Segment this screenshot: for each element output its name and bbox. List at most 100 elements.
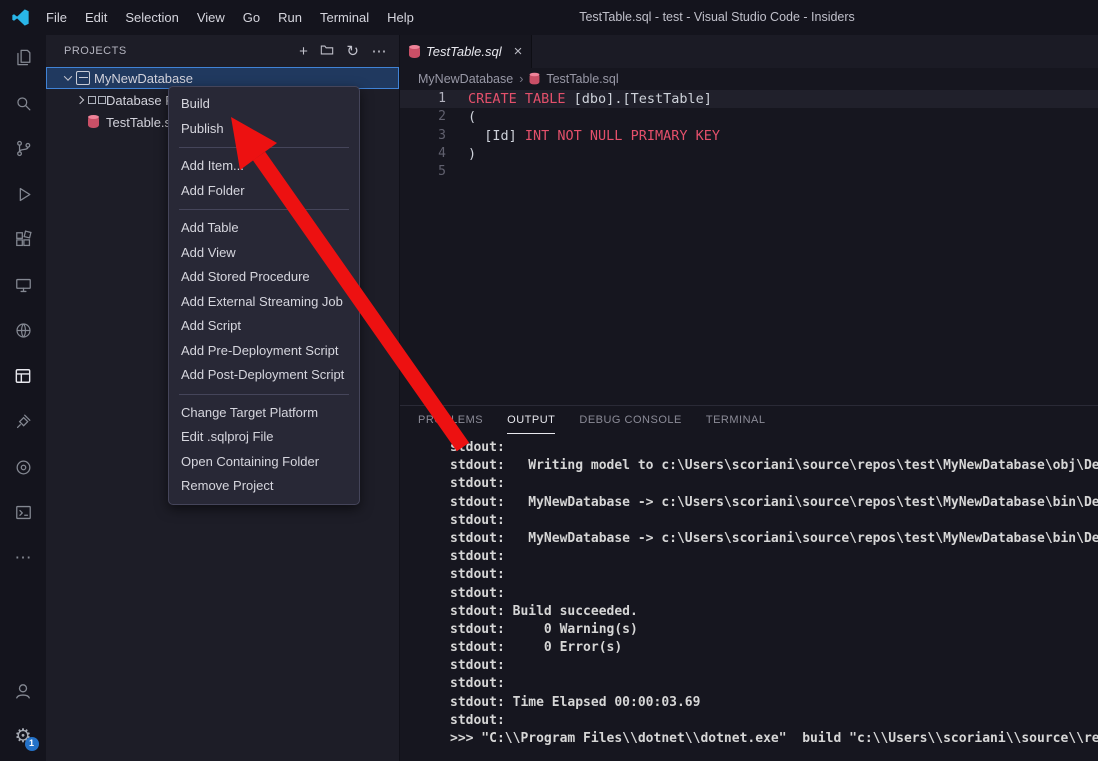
context-menu-item-change-target-platform[interactable]: Change Target Platform <box>169 401 359 426</box>
code-editor[interactable]: 1CREATE TABLE [dbo].[TestTable]2(3 [Id] … <box>400 90 1098 405</box>
menu-edit[interactable]: Edit <box>76 0 116 35</box>
output-console[interactable]: stdout: stdout: Writing model to c:\User… <box>400 434 1098 761</box>
output-line-7: stdout: <box>450 548 1098 566</box>
context-menu-item-add-post-deployment-script[interactable]: Add Post-Deployment Script <box>169 363 359 388</box>
sidebar-toolbar: + ↻ ⋯ <box>299 43 387 60</box>
menu-terminal[interactable]: Terminal <box>311 0 378 35</box>
code-text <box>446 163 468 181</box>
activity-bar-bottom: ⚙ 1 <box>0 668 46 761</box>
database-projects-icon[interactable] <box>0 354 46 400</box>
output-line-15: stdout: Time Elapsed 00:00:03.69 <box>450 694 1098 712</box>
breadcrumb-item-mynewdatabase[interactable]: MyNewDatabase <box>418 72 513 86</box>
context-menu-item-add-view[interactable]: Add View <box>169 241 359 266</box>
context-menu-item-add-stored-procedure[interactable]: Add Stored Procedure <box>169 265 359 290</box>
output-line-3: stdout: <box>450 475 1098 493</box>
panel-tab-debug-console[interactable]: DEBUG CONSOLE <box>579 406 681 434</box>
explorer-icon[interactable] <box>0 35 46 81</box>
panel-tab-terminal[interactable]: TERMINAL <box>706 406 766 434</box>
code-line-4: 4) <box>400 145 1098 163</box>
sql-extension-icon[interactable] <box>0 445 46 491</box>
output-line-4: stdout: MyNewDatabase -> c:\Users\scoria… <box>450 494 1098 512</box>
output-line-11: stdout: 0 Warning(s) <box>450 621 1098 639</box>
connections-icon[interactable] <box>0 399 46 445</box>
line-number: 1 <box>400 90 446 108</box>
output-line-13: stdout: <box>450 657 1098 675</box>
context-menu-item-add-pre-deployment-script[interactable]: Add Pre-Deployment Script <box>169 339 359 364</box>
close-icon[interactable]: × <box>514 44 523 59</box>
editor-group: TestTable.sql × MyNewDatabase › TestTable.… <box>400 35 1098 761</box>
line-number: 4 <box>400 145 446 163</box>
search-icon[interactable] <box>0 81 46 127</box>
menu-go[interactable]: Go <box>234 0 269 35</box>
run-debug-icon[interactable] <box>0 172 46 218</box>
output-line-14: stdout: <box>450 675 1098 693</box>
menu-separator <box>179 394 349 395</box>
line-number: 2 <box>400 108 446 126</box>
notification-badge: 1 <box>25 737 39 751</box>
output-line-1: stdout: <box>450 439 1098 457</box>
source-control-icon[interactable] <box>0 126 46 172</box>
line-number: 5 <box>400 163 446 181</box>
tab-testtable-sql[interactable]: TestTable.sql × <box>400 35 532 68</box>
context-menu-item-edit-sqlproj-file[interactable]: Edit .sqlproj File <box>169 425 359 450</box>
menu-separator <box>179 209 349 210</box>
open-folder-icon[interactable] <box>320 43 334 60</box>
menu-selection[interactable]: Selection <box>116 0 187 35</box>
account-icon[interactable] <box>0 668 46 714</box>
project-icon <box>76 71 94 85</box>
breadcrumb-item-testtable-sql[interactable]: TestTable.sql <box>546 72 618 86</box>
output-line-8: stdout: <box>450 566 1098 584</box>
output-line-17: >>> "C:\\Program Files\\dotnet\\dotnet.e… <box>450 730 1098 748</box>
vscode-insiders-logo <box>12 9 29 26</box>
breadcrumb: MyNewDatabase › TestTable.sql <box>400 68 1098 90</box>
tab-label: TestTable.sql <box>426 44 502 59</box>
remote-explorer-icon[interactable] <box>0 263 46 309</box>
output-line-2: stdout: Writing model to c:\Users\scoria… <box>450 457 1098 475</box>
panel-tab-problems[interactable]: PROBLEMS <box>418 406 483 434</box>
line-number: 3 <box>400 127 446 145</box>
refresh-icon[interactable]: ↻ <box>346 44 359 59</box>
code-line-5: 5 <box>400 163 1098 181</box>
code-text: CREATE TABLE [dbo].[TestTable] <box>446 90 712 108</box>
menu-bar: FileEditSelectionViewGoRunTerminalHelp <box>37 0 423 35</box>
chevron-right-icon <box>76 96 84 104</box>
output-line-5: stdout: <box>450 512 1098 530</box>
menu-view[interactable]: View <box>188 0 234 35</box>
context-menu-item-remove-project[interactable]: Remove Project <box>169 474 359 499</box>
menu-file[interactable]: File <box>37 0 76 35</box>
code-line-3: 3 [Id] INT NOT NULL PRIMARY KEY <box>400 127 1098 145</box>
context-menu-item-add-script[interactable]: Add Script <box>169 314 359 339</box>
sql-file-icon <box>88 116 106 128</box>
settings-gear-icon[interactable]: ⚙ 1 <box>0 714 46 760</box>
code-line-2: 2( <box>400 108 1098 126</box>
output-line-9: stdout: <box>450 585 1098 603</box>
window-title: TestTable.sql - test - Visual Studio Cod… <box>579 0 855 35</box>
extensions-icon[interactable] <box>0 217 46 263</box>
panel-tab-output[interactable]: OUTPUT <box>507 406 555 434</box>
add-project-icon[interactable]: + <box>299 44 308 59</box>
more-views-icon[interactable]: ⋯ <box>0 536 46 582</box>
output-line-10: stdout: Build succeeded. <box>450 603 1098 621</box>
context-menu-item-build[interactable]: Build <box>169 92 359 117</box>
context-menu-item-add-table[interactable]: Add Table <box>169 216 359 241</box>
context-menu-item-open-containing-folder[interactable]: Open Containing Folder <box>169 450 359 475</box>
chevron-down-icon <box>64 72 72 80</box>
context-menu-item-add-folder[interactable]: Add Folder <box>169 179 359 204</box>
context-menu-item-add-item[interactable]: Add Item... <box>169 154 359 179</box>
more-actions-icon[interactable]: ⋯ <box>372 44 388 59</box>
menu-run[interactable]: Run <box>269 0 311 35</box>
output-line-12: stdout: 0 Error(s) <box>450 639 1098 657</box>
context-menu-item-publish[interactable]: Publish <box>169 117 359 142</box>
breadcrumb-separator-icon: › <box>519 72 523 86</box>
globe-icon[interactable] <box>0 308 46 354</box>
menu-help[interactable]: Help <box>378 0 423 35</box>
sql-file-icon <box>409 46 420 58</box>
refs-icon <box>88 96 106 104</box>
project-context-menu: BuildPublish Add Item...Add Folder Add Tab… <box>168 86 360 505</box>
panel-tab-bar: PROBLEMS OUTPUT DEBUG CONSOLE TERMINAL <box>400 406 1098 434</box>
context-menu-item-add-external-streaming-job[interactable]: Add External Streaming Job <box>169 290 359 315</box>
console-extension-icon[interactable] <box>0 490 46 536</box>
sidebar-header: PROJECTS + ↻ ⋯ <box>46 35 399 67</box>
output-line-16: stdout: <box>450 712 1098 730</box>
code-text: ( <box>446 108 476 126</box>
